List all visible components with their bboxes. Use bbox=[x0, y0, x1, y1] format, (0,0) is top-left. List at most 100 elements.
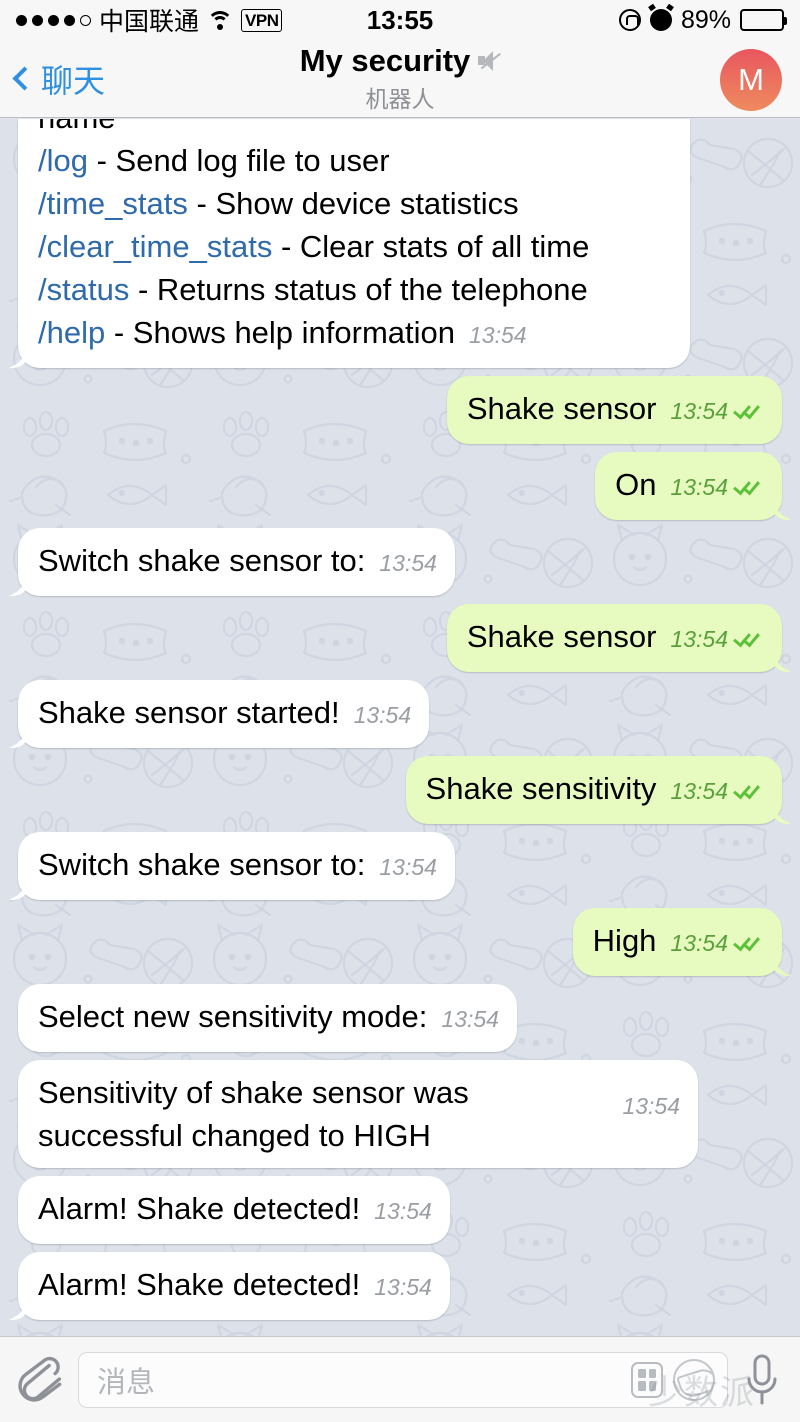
avatar[interactable]: M bbox=[720, 49, 782, 111]
bot-command-link[interactable]: /status bbox=[38, 272, 129, 307]
message-text-run: High bbox=[592, 923, 657, 958]
message-bubble-in[interactable]: Alarm! Shake detected! 13:54 bbox=[18, 1176, 450, 1244]
message-row: /tasker - Executes tasker command with n… bbox=[0, 119, 800, 368]
message-text-run: - Shows help information bbox=[105, 315, 456, 350]
message-bubble-in[interactable]: Switch shake sensor to: 13:54 bbox=[18, 528, 455, 596]
message-timestamp: 13:54 bbox=[670, 626, 728, 652]
message-text-run: - Send log file to user bbox=[96, 143, 390, 178]
speaker-muted-icon bbox=[478, 51, 502, 71]
message-meta: 13:54 bbox=[670, 922, 764, 965]
message-bubble-in[interactable]: /tasker - Executes tasker command with n… bbox=[18, 119, 690, 368]
grid-keyboard-icon[interactable] bbox=[631, 1361, 663, 1398]
message-bubble-out[interactable]: On 13:54 bbox=[595, 452, 782, 520]
message-timestamp: 13:54 bbox=[469, 322, 527, 348]
message-text: Switch shake sensor to: bbox=[38, 543, 365, 578]
message-text: Shake sensor started! bbox=[38, 695, 340, 730]
battery-icon bbox=[740, 9, 787, 31]
read-receipt-double-check-icon bbox=[733, 628, 764, 651]
message-text-run: Shake sensor started! bbox=[38, 695, 340, 730]
message-bubble-in[interactable]: Switch shake sensor to: 13:54 bbox=[18, 832, 455, 900]
message-text-run: Shake sensitivity bbox=[425, 771, 657, 806]
message-text: Shake sensor bbox=[467, 619, 657, 654]
message-meta: 13:54 bbox=[441, 998, 499, 1041]
message-input-placeholder: 消息 bbox=[97, 1366, 156, 1399]
message-composer: 消息 少数派 bbox=[0, 1336, 800, 1422]
message-text: Shake sensitivity bbox=[426, 771, 657, 806]
message-row: Shake sensor 13:54 bbox=[0, 604, 800, 672]
message-row: Shake sensor started! 13:54 bbox=[0, 680, 800, 748]
message-text: High bbox=[593, 923, 657, 958]
message-meta: 13:54 bbox=[469, 314, 527, 357]
rotation-lock-icon bbox=[618, 9, 641, 31]
messages-container: /tasker - Executes tasker command with n… bbox=[0, 119, 800, 1336]
message-bubble-in[interactable]: Shake sensor started! 13:54 bbox=[18, 680, 430, 748]
message-row: On 13:54 bbox=[0, 452, 800, 520]
status-bar: 中国联通 VPN 13:55 89% bbox=[0, 0, 800, 40]
read-receipt-double-check-icon bbox=[733, 476, 764, 499]
message-bubble-out[interactable]: Shake sensor 13:54 bbox=[446, 604, 782, 672]
message-timestamp: 13:54 bbox=[670, 778, 728, 804]
message-meta: 13:54 bbox=[670, 770, 764, 813]
message-row: Shake sensitivity 13:54 bbox=[0, 756, 800, 824]
message-bubble-in[interactable]: Select new sensitivity mode: 13:54 bbox=[18, 984, 517, 1052]
bot-command-link[interactable]: /log bbox=[38, 143, 88, 178]
message-meta: 13:54 bbox=[379, 846, 437, 889]
message-timestamp: 13:54 bbox=[441, 1006, 499, 1032]
message-text-run: On bbox=[615, 467, 657, 502]
message-bubble-out[interactable]: High 13:54 bbox=[572, 908, 782, 976]
message-row: Switch shake sensor to: 13:54 bbox=[0, 832, 800, 900]
bot-command-link[interactable]: /time_stats bbox=[38, 186, 188, 221]
chevron-left-icon bbox=[12, 66, 37, 91]
message-row: High 13:54 bbox=[0, 908, 800, 976]
message-bubble-out[interactable]: Shake sensor 13:54 bbox=[446, 376, 782, 444]
message-row: Select new sensitivity mode: 13:54 bbox=[0, 984, 800, 1052]
back-button-label: 聊天 bbox=[41, 62, 106, 99]
message-text-run: Shake sensor bbox=[466, 619, 657, 654]
message-meta: 13:54 bbox=[374, 1190, 432, 1233]
message-input[interactable]: 消息 bbox=[78, 1351, 728, 1408]
paperclip-icon[interactable] bbox=[18, 1353, 64, 1407]
message-meta: 13:54 bbox=[670, 618, 764, 661]
message-timestamp: 13:54 bbox=[374, 1274, 432, 1300]
message-text-run: Alarm! Shake detected! bbox=[38, 1267, 361, 1302]
read-receipt-double-check-icon bbox=[733, 400, 764, 423]
message-timestamp: 13:54 bbox=[670, 398, 728, 424]
message-timestamp: 13:54 bbox=[374, 1198, 432, 1224]
chat-title-block: My security 机器人 bbox=[0, 43, 800, 114]
message-row: Alarm! Shake detected! 13:54 bbox=[0, 1252, 800, 1320]
message-meta: 13:54 bbox=[670, 466, 764, 509]
message-text: Alarm! Shake detected! bbox=[38, 1191, 360, 1226]
phone-screen: 中国联通 VPN 13:55 89% 聊天 My security 机器人 M … bbox=[0, 0, 800, 1422]
message-meta: 13:54 bbox=[374, 1266, 432, 1309]
message-text-run: - Show device statistics bbox=[196, 186, 519, 221]
message-row: Switch shake sensor to: 13:54 bbox=[0, 528, 800, 596]
bot-command-link[interactable]: /clear_time_stats bbox=[38, 229, 272, 264]
message-row: 13:54 Sensitivity of shake sensor was suc… bbox=[0, 1060, 800, 1168]
back-button[interactable]: 聊天 bbox=[0, 56, 105, 102]
message-bubble-in[interactable]: Alarm! Shake detected! 13:54 bbox=[18, 1252, 450, 1320]
message-list[interactable]: /tasker - Executes tasker command with n… bbox=[0, 119, 800, 1336]
message-text: Select new sensitivity mode: bbox=[38, 999, 427, 1034]
sticker-icon[interactable] bbox=[673, 1358, 715, 1401]
message-text-run: Alarm! Shake detected! bbox=[38, 1191, 361, 1226]
read-receipt-double-check-icon bbox=[733, 780, 764, 803]
message-text-run: Shake sensor bbox=[466, 391, 657, 426]
message-text-run: Sensitivity of shake sensor was successf… bbox=[38, 1075, 478, 1153]
chat-header: 聊天 My security 机器人 M bbox=[0, 40, 800, 118]
message-row: Alarm! Shake detected! 13:54 bbox=[0, 1176, 800, 1244]
message-text: Shake sensor bbox=[467, 391, 657, 426]
page-title: My security bbox=[299, 43, 471, 78]
message-bubble-out[interactable]: Shake sensitivity 13:54 bbox=[405, 756, 782, 824]
read-receipt-double-check-icon bbox=[733, 932, 764, 955]
message-text-run: Select new sensitivity mode: bbox=[38, 999, 428, 1034]
message-meta: 13:54 bbox=[354, 694, 412, 737]
bot-command-link[interactable]: /help bbox=[38, 315, 105, 350]
message-text: Switch shake sensor to: bbox=[38, 847, 365, 882]
message-bubble-in[interactable]: 13:54 Sensitivity of shake sensor was suc… bbox=[18, 1060, 698, 1168]
message-text-run: - Clear stats of all time bbox=[280, 229, 590, 264]
message-text: Sensitivity of shake sensor was successf… bbox=[38, 1075, 477, 1153]
message-timestamp: 13:54 bbox=[670, 474, 728, 500]
message-meta: 13:54 bbox=[622, 1085, 680, 1128]
message-timestamp: 13:54 bbox=[670, 930, 728, 956]
microphone-icon[interactable] bbox=[742, 1351, 782, 1409]
